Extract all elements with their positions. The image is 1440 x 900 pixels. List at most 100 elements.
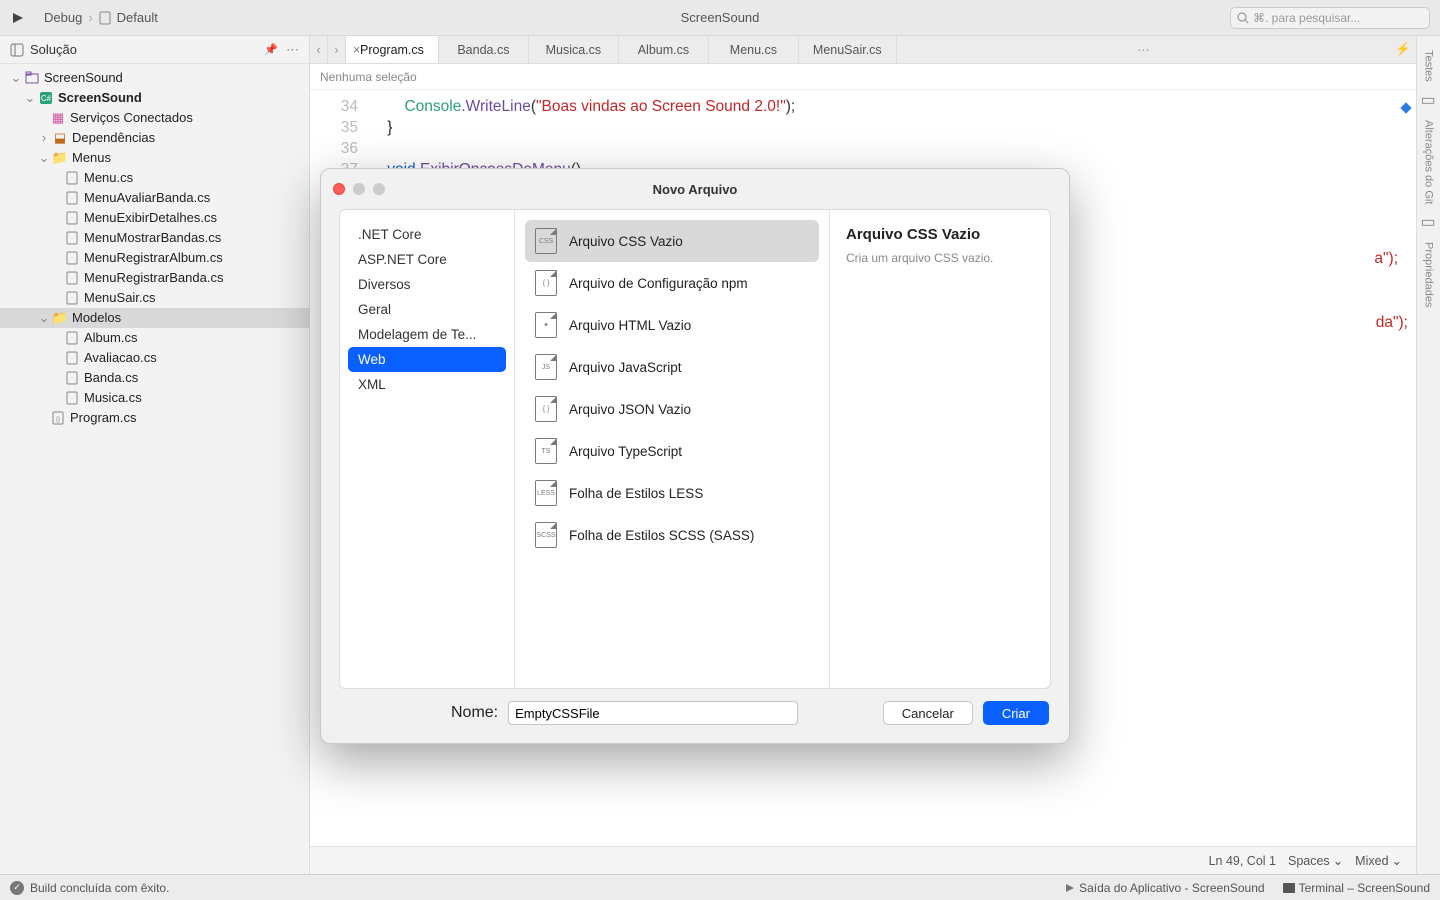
more-tabs-icon[interactable]: ⋯ [1130, 36, 1156, 63]
editor-statusbar: Ln 49, Col 1 Spaces ⌄ Mixed ⌄ [310, 846, 1416, 874]
file-type-icon: { } [535, 396, 557, 422]
tree-file-program[interactable]: {}Program.cs [0, 408, 309, 428]
run-icon[interactable] [10, 10, 26, 26]
services-icon: ▦ [50, 110, 66, 126]
editor-tab[interactable]: Banda.cs [439, 36, 529, 63]
category-item[interactable]: Web [348, 347, 506, 372]
tree-file[interactable]: MenuSair.cs [0, 288, 309, 308]
template-desc-title: Arquivo CSS Vazio [846, 226, 1034, 243]
bolt-icon[interactable]: ⚡ [1390, 36, 1416, 63]
toolbar: Debug › Default ScreenSound ⌘. para pesq… [0, 0, 1440, 36]
dependencies-icon: ⬓ [52, 130, 68, 146]
right-rail: Testes ▭ Alterações do Git ▭ Propriedade… [1416, 36, 1440, 874]
category-item[interactable]: Geral [348, 297, 506, 322]
template-item[interactable]: { }Arquivo de Configuração npm [525, 262, 819, 304]
solution-sidebar: Solução 📌 ⋯ ⌄ScreenSound ⌄C#ScreenSound … [0, 36, 310, 874]
template-desc-body: Cria um arquivo CSS vazio. [846, 251, 1034, 265]
csfile-icon [64, 250, 80, 266]
category-item[interactable]: ASP.NET Core [348, 247, 506, 272]
template-item[interactable]: ✦Arquivo HTML Vazio [525, 304, 819, 346]
tree-connected-services[interactable]: ▦Serviços Conectados [0, 108, 309, 128]
folder-icon: 📁 [52, 310, 68, 326]
editor-breadcrumb[interactable]: Nenhuma seleção [310, 64, 1416, 90]
csfile-icon [64, 370, 80, 386]
csfile-icon [64, 230, 80, 246]
csfile-icon [64, 390, 80, 406]
tree-file[interactable]: Musica.cs [0, 388, 309, 408]
rail-tests[interactable]: Testes [1423, 50, 1435, 82]
zoom-icon [373, 183, 385, 195]
file-type-icon: ✦ [535, 312, 557, 338]
tree-file[interactable]: MenuMostrarBandas.cs [0, 228, 309, 248]
more-icon[interactable]: ⋯ [286, 42, 299, 58]
chevron-down-icon[interactable]: ⌄ [24, 88, 36, 108]
cancel-button[interactable]: Cancelar [883, 701, 973, 725]
sidebar-title: Solução [30, 42, 77, 57]
category-item[interactable]: XML [348, 372, 506, 397]
search-input[interactable]: ⌘. para pesquisar... [1230, 7, 1430, 29]
tree-file[interactable]: Banda.cs [0, 368, 309, 388]
tree-folder-modelos[interactable]: ⌄📁Modelos [0, 308, 309, 328]
tree-folder-menus[interactable]: ⌄📁Menus [0, 148, 309, 168]
encoding-mode[interactable]: Mixed ⌄ [1355, 853, 1402, 868]
tree-file[interactable]: MenuRegistrarBanda.cs [0, 268, 309, 288]
nav-back-icon[interactable]: ‹ [310, 36, 328, 63]
tree-file[interactable]: MenuRegistrarAlbum.cs [0, 248, 309, 268]
editor-tab[interactable]: Program.cs [346, 36, 439, 63]
cursor-position[interactable]: Ln 49, Col 1 [1209, 854, 1276, 868]
run-config: Debug [44, 10, 82, 25]
create-button[interactable]: Criar [983, 701, 1049, 725]
panel-app-output[interactable]: Saída do Aplicativo - ScreenSound [1065, 881, 1264, 895]
template-item[interactable]: JSArquivo JavaScript [525, 346, 819, 388]
tree-file[interactable]: Album.cs [0, 328, 309, 348]
tree-file[interactable]: Avaliacao.cs [0, 348, 309, 368]
editor-tabs: ‹ › Program.csBanda.csMusica.csAlbum.csM… [310, 36, 1416, 64]
nav-forward-icon[interactable]: › [328, 36, 346, 63]
category-item[interactable]: Diversos [348, 272, 506, 297]
pin-icon[interactable]: 📌 [264, 43, 278, 56]
chevron-down-icon[interactable]: ⌄ [10, 68, 22, 88]
tree-dependencies[interactable]: ›⬓Dependências [0, 128, 309, 148]
template-item[interactable]: { }Arquivo JSON Vazio [525, 388, 819, 430]
chevron-down-icon: ⌄ [1333, 853, 1343, 868]
svg-text:{}: {} [56, 417, 60, 423]
editor-tab[interactable]: Menu.cs [709, 36, 799, 63]
csfile-icon [64, 170, 80, 186]
panel-terminal[interactable]: Terminal – ScreenSound [1283, 881, 1430, 895]
chevron-down-icon[interactable]: ⌄ [38, 308, 50, 328]
category-item[interactable]: Modelagem de Te... [348, 322, 506, 347]
editor-tab[interactable]: Musica.cs [529, 36, 619, 63]
new-file-modal: Novo Arquivo .NET CoreASP.NET CoreDivers… [320, 168, 1070, 744]
editor-tab[interactable]: MenuSair.cs [799, 36, 897, 63]
csfile-icon [64, 350, 80, 366]
folder-icon: 📁 [52, 150, 68, 166]
minimize-icon [353, 183, 365, 195]
modal-title: Novo Arquivo [653, 182, 738, 197]
tree-file[interactable]: Menu.cs [0, 168, 309, 188]
tree-file[interactable]: MenuAvaliarBanda.cs [0, 188, 309, 208]
csfile-icon [64, 190, 80, 206]
chevron-right-icon[interactable]: › [38, 128, 50, 148]
rail-properties[interactable]: Propriedades [1423, 242, 1435, 307]
file-name-input[interactable] [508, 701, 798, 725]
indent-mode[interactable]: Spaces ⌄ [1288, 853, 1343, 868]
csfile-icon [64, 330, 80, 346]
search-placeholder: ⌘. para pesquisar... [1253, 11, 1360, 25]
editor-tab[interactable]: Album.cs [619, 36, 709, 63]
tree-file[interactable]: MenuExibirDetalhes.cs [0, 208, 309, 228]
tree-project[interactable]: ⌄C#ScreenSound [0, 88, 309, 108]
chevron-right-icon: › [88, 10, 92, 25]
tree-solution[interactable]: ⌄ScreenSound [0, 68, 309, 88]
template-item[interactable]: TSArquivo TypeScript [525, 430, 819, 472]
rail-git[interactable]: Alterações do Git [1423, 120, 1435, 204]
template-item[interactable]: LESSFolha de Estilos LESS [525, 472, 819, 514]
file-type-icon: { } [535, 270, 557, 296]
name-label: Nome: [451, 704, 498, 722]
category-item[interactable]: .NET Core [348, 222, 506, 247]
chevron-down-icon[interactable]: ⌄ [38, 148, 50, 168]
run-target-breadcrumb[interactable]: Debug › Default [44, 10, 158, 25]
template-item[interactable]: SCSSFolha de Estilos SCSS (SASS) [525, 514, 819, 556]
csfile-icon [64, 270, 80, 286]
close-icon[interactable] [333, 183, 345, 195]
template-item[interactable]: CSSArquivo CSS Vazio [525, 220, 819, 262]
